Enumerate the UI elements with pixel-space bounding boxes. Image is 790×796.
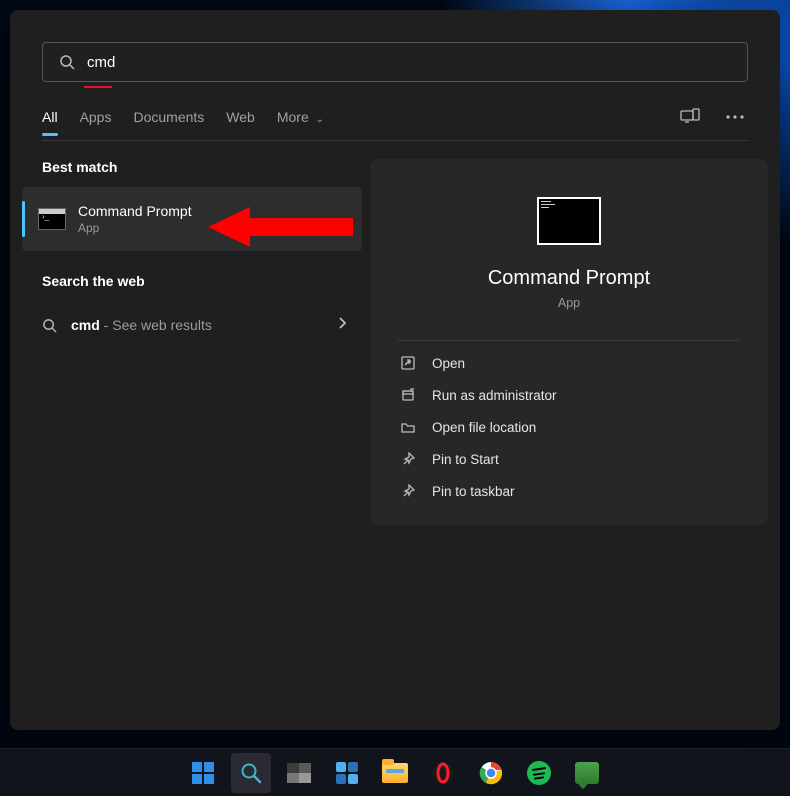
more-options-icon[interactable] [722, 111, 748, 123]
start-search-panel: All Apps Documents Web More ⌄ Best match [10, 10, 780, 730]
action-label: Run as administrator [432, 388, 557, 403]
taskbar-search-button[interactable] [231, 753, 271, 793]
chat-icon [575, 762, 599, 784]
search-web-heading: Search the web [42, 273, 362, 289]
action-pin-taskbar[interactable]: Pin to taskbar [388, 475, 750, 507]
admin-shield-icon [400, 387, 416, 403]
web-query: cmd [71, 317, 100, 333]
web-query-hint: - See web results [100, 317, 212, 333]
task-view-icon [287, 763, 311, 783]
tab-more[interactable]: More ⌄ [277, 109, 324, 125]
folder-icon [400, 419, 416, 435]
pin-icon [400, 451, 416, 467]
taskbar-start-button[interactable] [183, 753, 223, 793]
result-subtitle: App [78, 221, 192, 235]
results-column: Best match Command Prompt App Search the… [22, 159, 362, 525]
widgets-icon [336, 762, 358, 784]
taskbar-opera[interactable] [423, 753, 463, 793]
tab-web[interactable]: Web [226, 109, 255, 125]
action-run-admin[interactable]: Run as administrator [388, 379, 750, 411]
action-open-location[interactable]: Open file location [388, 411, 750, 443]
open-icon [400, 355, 416, 371]
preview-pane: Command Prompt App Open Run as administr… [370, 159, 768, 525]
action-label: Pin to Start [432, 452, 499, 467]
search-input[interactable] [87, 54, 731, 71]
windows-logo-icon [192, 762, 214, 784]
pin-icon [400, 483, 416, 499]
taskbar-spotify[interactable] [519, 753, 559, 793]
taskbar [0, 748, 790, 796]
command-prompt-thumbnail [537, 197, 601, 245]
search-icon [240, 762, 262, 784]
command-prompt-icon [38, 208, 66, 230]
action-open[interactable]: Open [388, 347, 750, 379]
spellcheck-underline [84, 86, 112, 88]
chevron-down-icon: ⌄ [313, 114, 324, 125]
action-label: Open [432, 356, 465, 371]
mobile-link-icon[interactable] [676, 104, 704, 130]
result-title: Command Prompt [78, 203, 192, 219]
taskbar-chrome[interactable] [471, 753, 511, 793]
chrome-icon [479, 761, 503, 785]
search-bar[interactable] [42, 42, 748, 82]
search-icon [59, 54, 75, 70]
taskbar-task-view[interactable] [279, 753, 319, 793]
tab-documents[interactable]: Documents [133, 109, 204, 125]
action-pin-start[interactable]: Pin to Start [388, 443, 750, 475]
tab-apps[interactable]: Apps [80, 109, 112, 125]
chevron-right-icon [338, 316, 346, 334]
best-match-heading: Best match [42, 159, 362, 175]
spotify-icon [527, 761, 551, 785]
taskbar-teams[interactable] [567, 753, 607, 793]
divider [398, 340, 740, 341]
taskbar-widgets[interactable] [327, 753, 367, 793]
tab-more-label: More [277, 109, 309, 125]
taskbar-file-explorer[interactable] [375, 753, 415, 793]
action-label: Open file location [432, 420, 536, 435]
web-search-result[interactable]: cmd - See web results [22, 301, 362, 349]
filter-tabs: All Apps Documents Web More ⌄ [42, 104, 748, 141]
preview-title: Command Prompt [388, 267, 750, 290]
file-explorer-icon [382, 763, 408, 783]
opera-icon [431, 761, 455, 785]
best-match-result[interactable]: Command Prompt App [22, 187, 362, 251]
search-icon [42, 318, 57, 333]
tab-all[interactable]: All [42, 109, 58, 125]
action-label: Pin to taskbar [432, 484, 515, 499]
preview-subtitle: App [388, 296, 750, 310]
